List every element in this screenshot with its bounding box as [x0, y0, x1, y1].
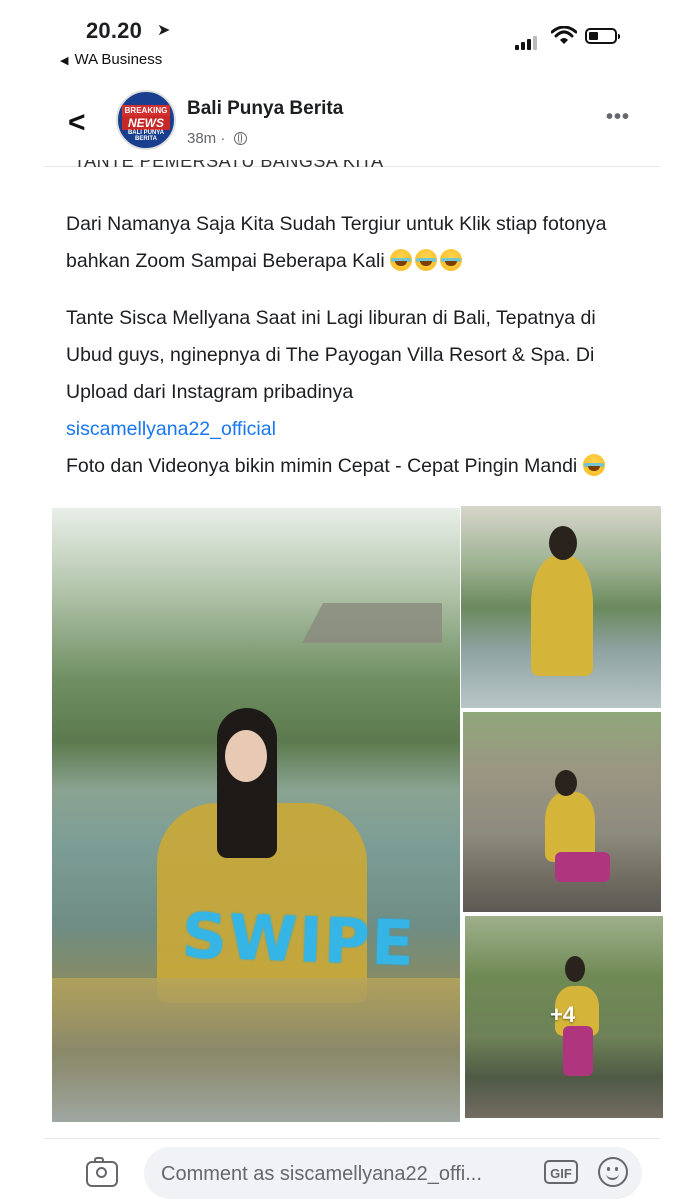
- post-paragraph-2: Tante Sisca Mellyana Saat ini Lagi libur…: [66, 307, 596, 403]
- comment-placeholder: Comment as siscamellyana22_offi...: [161, 1163, 482, 1185]
- back-to-app-link[interactable]: ◀ WA Business: [60, 51, 162, 68]
- post-header: < BREAKING NEWS BALI PUNYA BERITA Bali P…: [44, 78, 660, 167]
- laughing-emoji-icon: [582, 454, 605, 476]
- globe-icon: [233, 132, 247, 145]
- instagram-handle-link[interactable]: siscamellyana22_official: [66, 418, 276, 440]
- pool-water: [52, 978, 460, 1122]
- villa-roof: [302, 603, 442, 643]
- avatar[interactable]: BREAKING NEWS BALI PUNYA BERITA: [116, 90, 176, 150]
- page-name[interactable]: Bali Punya Berita: [187, 98, 343, 120]
- thumbnail-photo-1[interactable]: [461, 506, 661, 708]
- status-bar: 20.20 ➤ ◀ WA Business: [0, 0, 675, 78]
- cellular-signal-icon: [515, 32, 539, 50]
- photo-gallery: SWIPE +4: [44, 502, 663, 1132]
- gif-button[interactable]: GIF: [544, 1160, 578, 1184]
- avatar-text-news: NEWS: [122, 116, 170, 130]
- post-time: 38m: [187, 130, 217, 147]
- main-photo[interactable]: SWIPE: [52, 508, 460, 1122]
- laughing-emoji-icon: [415, 249, 438, 271]
- post-meta: 38m ·: [187, 130, 247, 147]
- chevron-left-icon[interactable]: <: [68, 106, 86, 140]
- avatar-text-breaking: BREAKING: [122, 105, 170, 116]
- avatar-text-subtitle: BALI PUNYA BERITA: [127, 130, 165, 142]
- back-triangle-icon: ◀: [60, 55, 69, 67]
- laughing-emoji-icon: [440, 249, 463, 271]
- laughing-emoji-icon: [390, 249, 413, 271]
- more-horizontal-icon[interactable]: •••: [606, 106, 630, 129]
- status-time: 20.20: [86, 18, 143, 43]
- battery-icon: [585, 28, 620, 44]
- post-text: Dari Namanya Saja Kita Sudah Tergiur unt…: [66, 206, 646, 485]
- smile-icon[interactable]: [598, 1157, 628, 1187]
- swipe-overlay-text: SWIPE: [180, 898, 418, 981]
- wifi-icon: [551, 26, 577, 44]
- back-app-label: WA Business: [74, 51, 163, 68]
- camera-icon[interactable]: [86, 1157, 118, 1187]
- thumbnail-photo-2[interactable]: [463, 712, 661, 912]
- post-paragraph-1: Dari Namanya Saja Kita Sudah Tergiur unt…: [66, 213, 607, 272]
- location-arrow-icon: ➤: [157, 22, 171, 39]
- more-photos-count[interactable]: +4: [550, 1002, 575, 1028]
- truncated-heading: TANTE PEMERSATU BANGSA KITA: [74, 160, 384, 171]
- comment-bar: Comment as siscamellyana22_offi... GIF: [44, 1139, 660, 1200]
- comment-input[interactable]: Comment as siscamellyana22_offi... GIF: [144, 1147, 642, 1199]
- post-paragraph-3: Foto dan Videonya bikin mimin Cepat - Ce…: [66, 448, 646, 485]
